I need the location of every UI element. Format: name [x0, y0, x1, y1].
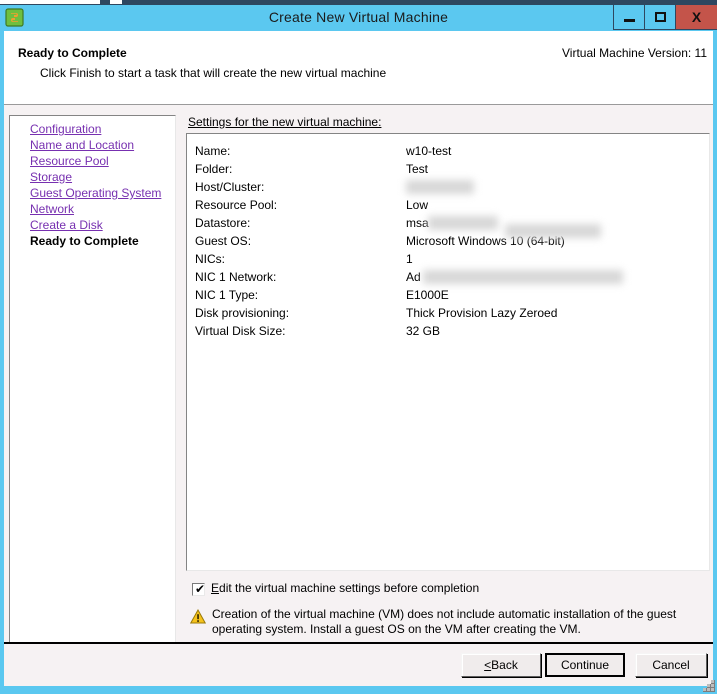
page-title: Ready to Complete — [18, 46, 127, 60]
settings-row: Disk provisioning: Thick Provision Lazy Z… — [187, 304, 709, 322]
page-subtitle: Click Finish to start a task that will c… — [40, 66, 387, 80]
redacted-value-overlay — [428, 216, 498, 230]
title-bar: Create New Virtual Machine X — [0, 5, 717, 31]
vm-version-label: Virtual Machine Version: 11 — [562, 46, 707, 60]
settings-summary-box: Name: w10-test Folder: Test Host/Cluster: Res… — [186, 133, 710, 571]
checkmark-icon: ✔ — [195, 582, 206, 596]
edit-label-rest: dit the virtual machine settings before … — [219, 581, 480, 595]
dialog-footer: < Back Continue Cancel — [4, 644, 713, 686]
settings-row: NIC 1 Network: Ad — [187, 268, 709, 286]
settings-section-label: Settings for the new virtual machine: — [188, 115, 382, 129]
warning-text: Creation of the virtual machine (VM) doe… — [212, 607, 677, 636]
settings-row: Resource Pool: Low — [187, 196, 709, 214]
redacted-value-overlay — [423, 270, 623, 284]
edit-accelerator: E — [211, 581, 220, 595]
cancel-button[interactable]: Cancel — [635, 653, 707, 677]
sidebar-item-ready-to-complete: Ready to Complete — [30, 234, 139, 248]
settings-row-value: Ad — [406, 270, 421, 284]
settings-row: Guest OS: Microsoft Windows 10 (64-bit) — [187, 224, 709, 250]
settings-row-value: 32 GB — [406, 324, 441, 338]
sidebar-item-resource-pool[interactable]: Resource Pool — [30, 153, 175, 169]
back-label: Back — [491, 658, 518, 672]
create-vm-dialog: Create New Virtual Machine X Ready to Co… — [0, 5, 717, 694]
settings-row: Folder: Test — [187, 160, 709, 178]
sidebar-item-create-a-disk[interactable]: Create a Disk — [30, 217, 175, 233]
settings-row-key: NICs: — [195, 252, 225, 266]
close-icon: X — [691, 9, 702, 25]
settings-row-value: Low — [406, 198, 429, 212]
settings-row-key: Host/Cluster: — [195, 180, 265, 194]
close-button[interactable]: X — [675, 5, 717, 30]
edit-settings-row[interactable]: ✔ Edit the virtual machine settings befo… — [186, 581, 710, 601]
settings-row: Host/Cluster: — [187, 178, 709, 196]
settings-row-key: Disk provisioning: — [195, 306, 290, 320]
settings-row-key: Name: — [195, 144, 231, 158]
sidebar-item-configuration[interactable]: Configuration — [30, 121, 175, 137]
dialog-client-area: Ready to Complete Click Finish to start … — [4, 31, 713, 686]
page-header: Ready to Complete Click Finish to start … — [4, 31, 713, 105]
edit-settings-label: Edit the virtual machine settings before… — [211, 581, 479, 595]
settings-row-value: 1 — [406, 252, 413, 266]
settings-row: Virtual Disk Size: 32 GB — [187, 322, 709, 340]
settings-row-value: msa — [406, 216, 429, 230]
back-accelerator: < — [484, 658, 492, 672]
footer-separator — [4, 642, 713, 644]
settings-row-value: Test — [406, 162, 429, 176]
settings-row-key: NIC 1 Type: — [195, 288, 259, 302]
sidebar-item-storage[interactable]: Storage — [30, 169, 175, 185]
settings-row-key: Resource Pool: — [195, 198, 278, 212]
desktop-window-fragment-2 — [110, 0, 122, 4]
settings-row: NIC 1 Type: E1000E — [187, 286, 709, 304]
minimize-button[interactable] — [613, 5, 644, 30]
desktop-window-fragment — [0, 0, 100, 4]
settings-row-key: Datastore: — [195, 216, 251, 230]
window-controls: X — [613, 5, 717, 31]
maximize-button[interactable] — [644, 5, 675, 30]
settings-row: NICs: 1 — [187, 250, 709, 268]
maximize-icon — [654, 12, 666, 22]
window-title: Create New Virtual Machine — [268, 9, 449, 25]
settings-row-key: NIC 1 Network: — [195, 270, 277, 284]
screen: Create New Virtual Machine X Ready to Co… — [0, 0, 717, 694]
settings-row-value: Thick Provision Lazy Zeroed — [406, 306, 558, 320]
settings-row: Name: w10-test — [187, 142, 709, 160]
redacted-value-overlay — [406, 180, 474, 194]
sidebar-item-network[interactable]: Network — [30, 201, 175, 217]
wizard-steps-sidebar: Configuration Name and Location Resource P… — [9, 115, 176, 664]
settings-row-key: Folder: — [195, 162, 233, 176]
main-panel: Settings for the new virtual machine: Na… — [184, 115, 711, 664]
settings-row-value: w10-test — [406, 144, 452, 158]
edit-settings-checkbox[interactable]: ✔ — [192, 583, 205, 596]
back-button[interactable]: < Back — [461, 653, 541, 677]
settings-row: Datastore: msa — [187, 214, 709, 232]
settings-row-value: Microsoft Windows 10 (64-bit) — [406, 234, 565, 248]
settings-row-key: Virtual Disk Size: — [195, 324, 286, 338]
settings-row-value: E1000E — [406, 288, 449, 302]
warning-triangle-icon — [189, 608, 207, 624]
minimize-icon — [623, 18, 635, 22]
sidebar-item-name-and-location[interactable]: Name and Location — [30, 137, 175, 153]
settings-row-key: Guest OS: — [195, 234, 252, 248]
continue-button[interactable]: Continue — [545, 653, 625, 677]
sidebar-item-guest-operating-system[interactable]: Guest Operating System — [30, 185, 175, 201]
